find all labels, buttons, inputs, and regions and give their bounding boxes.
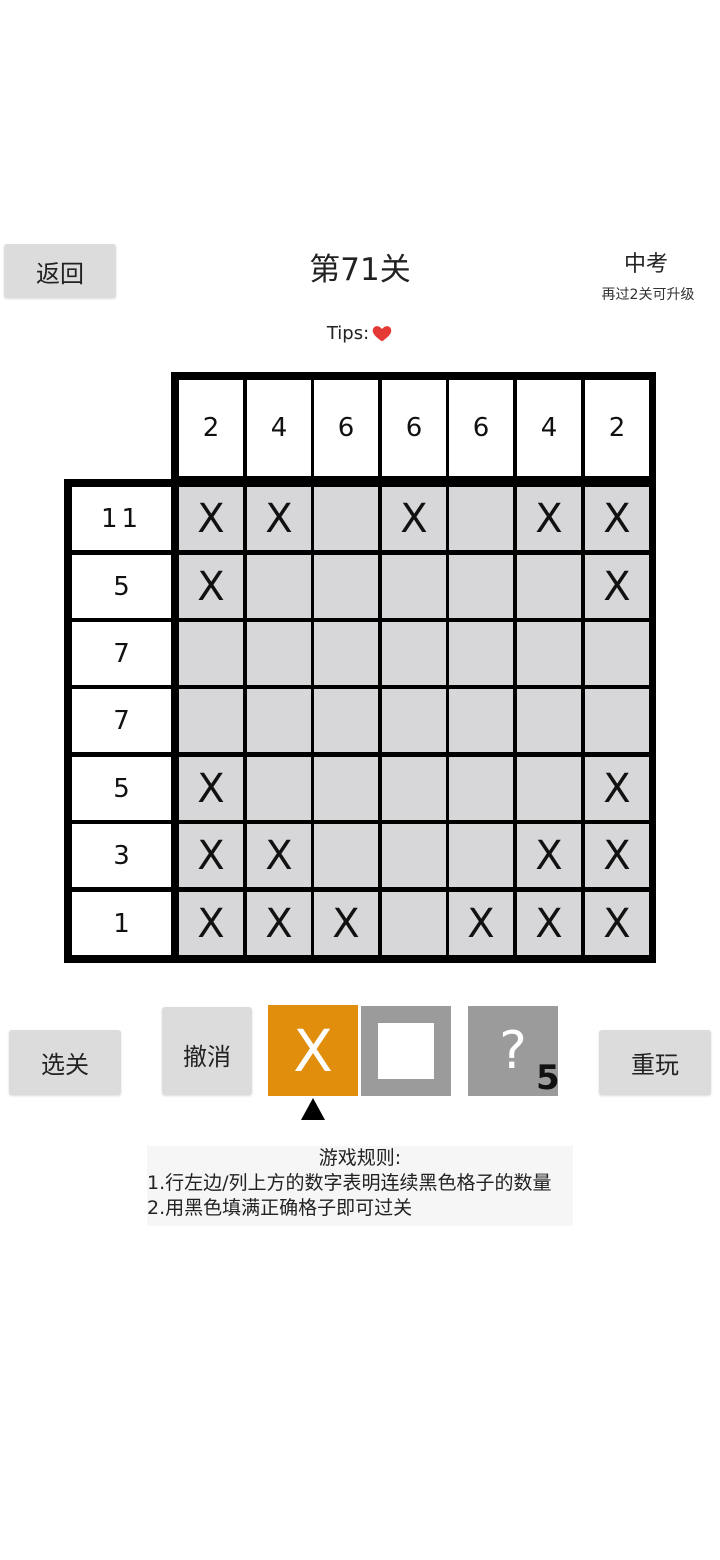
grid-cell[interactable]: X [179,555,243,618]
heart-icon [371,322,393,344]
grid-cell[interactable] [314,824,378,887]
grid-cell[interactable] [247,622,311,685]
grid-cell[interactable]: X [517,892,581,955]
grid-cell[interactable]: X [517,824,581,887]
grid-cell[interactable] [517,757,581,820]
grid-cell[interactable] [585,689,649,752]
undo-button[interactable]: 撤消 [162,1007,252,1095]
grid-cell[interactable] [382,824,446,887]
tips-bar[interactable]: Tips: [300,322,420,344]
column-clue: 6 [314,380,378,476]
grid-cell[interactable] [449,824,513,887]
grid-cell[interactable] [314,487,378,550]
grid-cell[interactable] [382,892,446,955]
level-title: 第71关 [309,252,411,288]
row-clue: 5 [72,757,171,820]
grid-cell[interactable] [449,757,513,820]
grid-cell[interactable]: X [585,892,649,955]
grid-cell[interactable]: X [179,757,243,820]
rules-title: 游戏规则: [318,1147,402,1169]
grid-cell[interactable] [449,689,513,752]
column-clue: 6 [382,380,446,476]
square-icon [378,1023,434,1079]
mode-indicator-arrow-icon [301,1098,325,1120]
row-clues: 11 5 7 7 5 3 1 [64,479,176,963]
puzzle-grid: XXXXXXXXXXXXXXXXXXX [171,479,656,963]
grid-cell[interactable]: X [517,487,581,550]
grid-cell[interactable] [314,689,378,752]
column-clues: 2466642 [171,372,656,482]
grid-cell[interactable] [314,622,378,685]
grid-cell[interactable] [449,622,513,685]
grid-cell[interactable] [585,622,649,685]
grid-cell[interactable] [517,622,581,685]
grid-cell[interactable] [517,555,581,618]
grid-cell[interactable] [449,555,513,618]
rule-item: 2.用黑色填满正确格子即可过关 [147,1197,413,1219]
grid-cell[interactable] [449,487,513,550]
hint-count: 5 [536,1058,560,1098]
grid-cell[interactable] [247,689,311,752]
grid-cell[interactable]: X [585,487,649,550]
grid-cell[interactable]: X [247,487,311,550]
grid-cell[interactable]: X [179,487,243,550]
rule-item: 1.行左边/列上方的数字表明连续黑色格子的数量 [147,1172,552,1194]
grid-cell[interactable]: X [585,757,649,820]
tips-label: Tips: [326,322,370,344]
row-clue: 1 [72,892,171,955]
select-level-button[interactable]: 选关 [9,1030,121,1095]
grid-cell[interactable]: X [247,824,311,887]
row-clue: 3 [72,824,171,887]
grid-cell[interactable]: X [247,892,311,955]
grid-cell[interactable] [314,757,378,820]
grid-cell[interactable] [382,555,446,618]
row-clue: 5 [72,555,171,618]
rank-progress-text: 再过2关可升级 [601,287,695,303]
grid-cell[interactable] [517,689,581,752]
grid-cell[interactable]: X [179,892,243,955]
row-clue: 11 [72,487,171,550]
column-clue: 6 [449,380,513,476]
grid-cell[interactable] [179,622,243,685]
column-clue: 2 [585,380,649,476]
grid-cell[interactable] [382,689,446,752]
grid-cell[interactable]: X [179,824,243,887]
restart-button[interactable]: 重玩 [599,1030,711,1095]
grid-cell[interactable] [382,622,446,685]
mode-fill-button[interactable] [361,1006,451,1096]
grid-cell[interactable]: X [382,487,446,550]
row-clue: 7 [72,622,171,685]
rank-label: 中考 [623,252,668,277]
column-clue: 2 [179,380,243,476]
grid-cell[interactable]: X [585,555,649,618]
grid-cell[interactable] [247,555,311,618]
row-clue: 7 [72,689,171,752]
grid-cell[interactable]: X [314,892,378,955]
mode-x-button[interactable]: X [268,1005,358,1096]
grid-cell[interactable] [247,757,311,820]
grid-cell[interactable] [179,689,243,752]
grid-cell[interactable]: X [585,824,649,887]
grid-cell[interactable]: X [449,892,513,955]
rules-panel: 游戏规则: 1.行左边/列上方的数字表明连续黑色格子的数量 2.用黑色填满正确格… [147,1146,573,1226]
column-clue: 4 [247,380,311,476]
grid-cell[interactable] [382,757,446,820]
column-clue: 4 [517,380,581,476]
grid-cell[interactable] [314,555,378,618]
back-button[interactable]: 返回 [4,244,116,298]
